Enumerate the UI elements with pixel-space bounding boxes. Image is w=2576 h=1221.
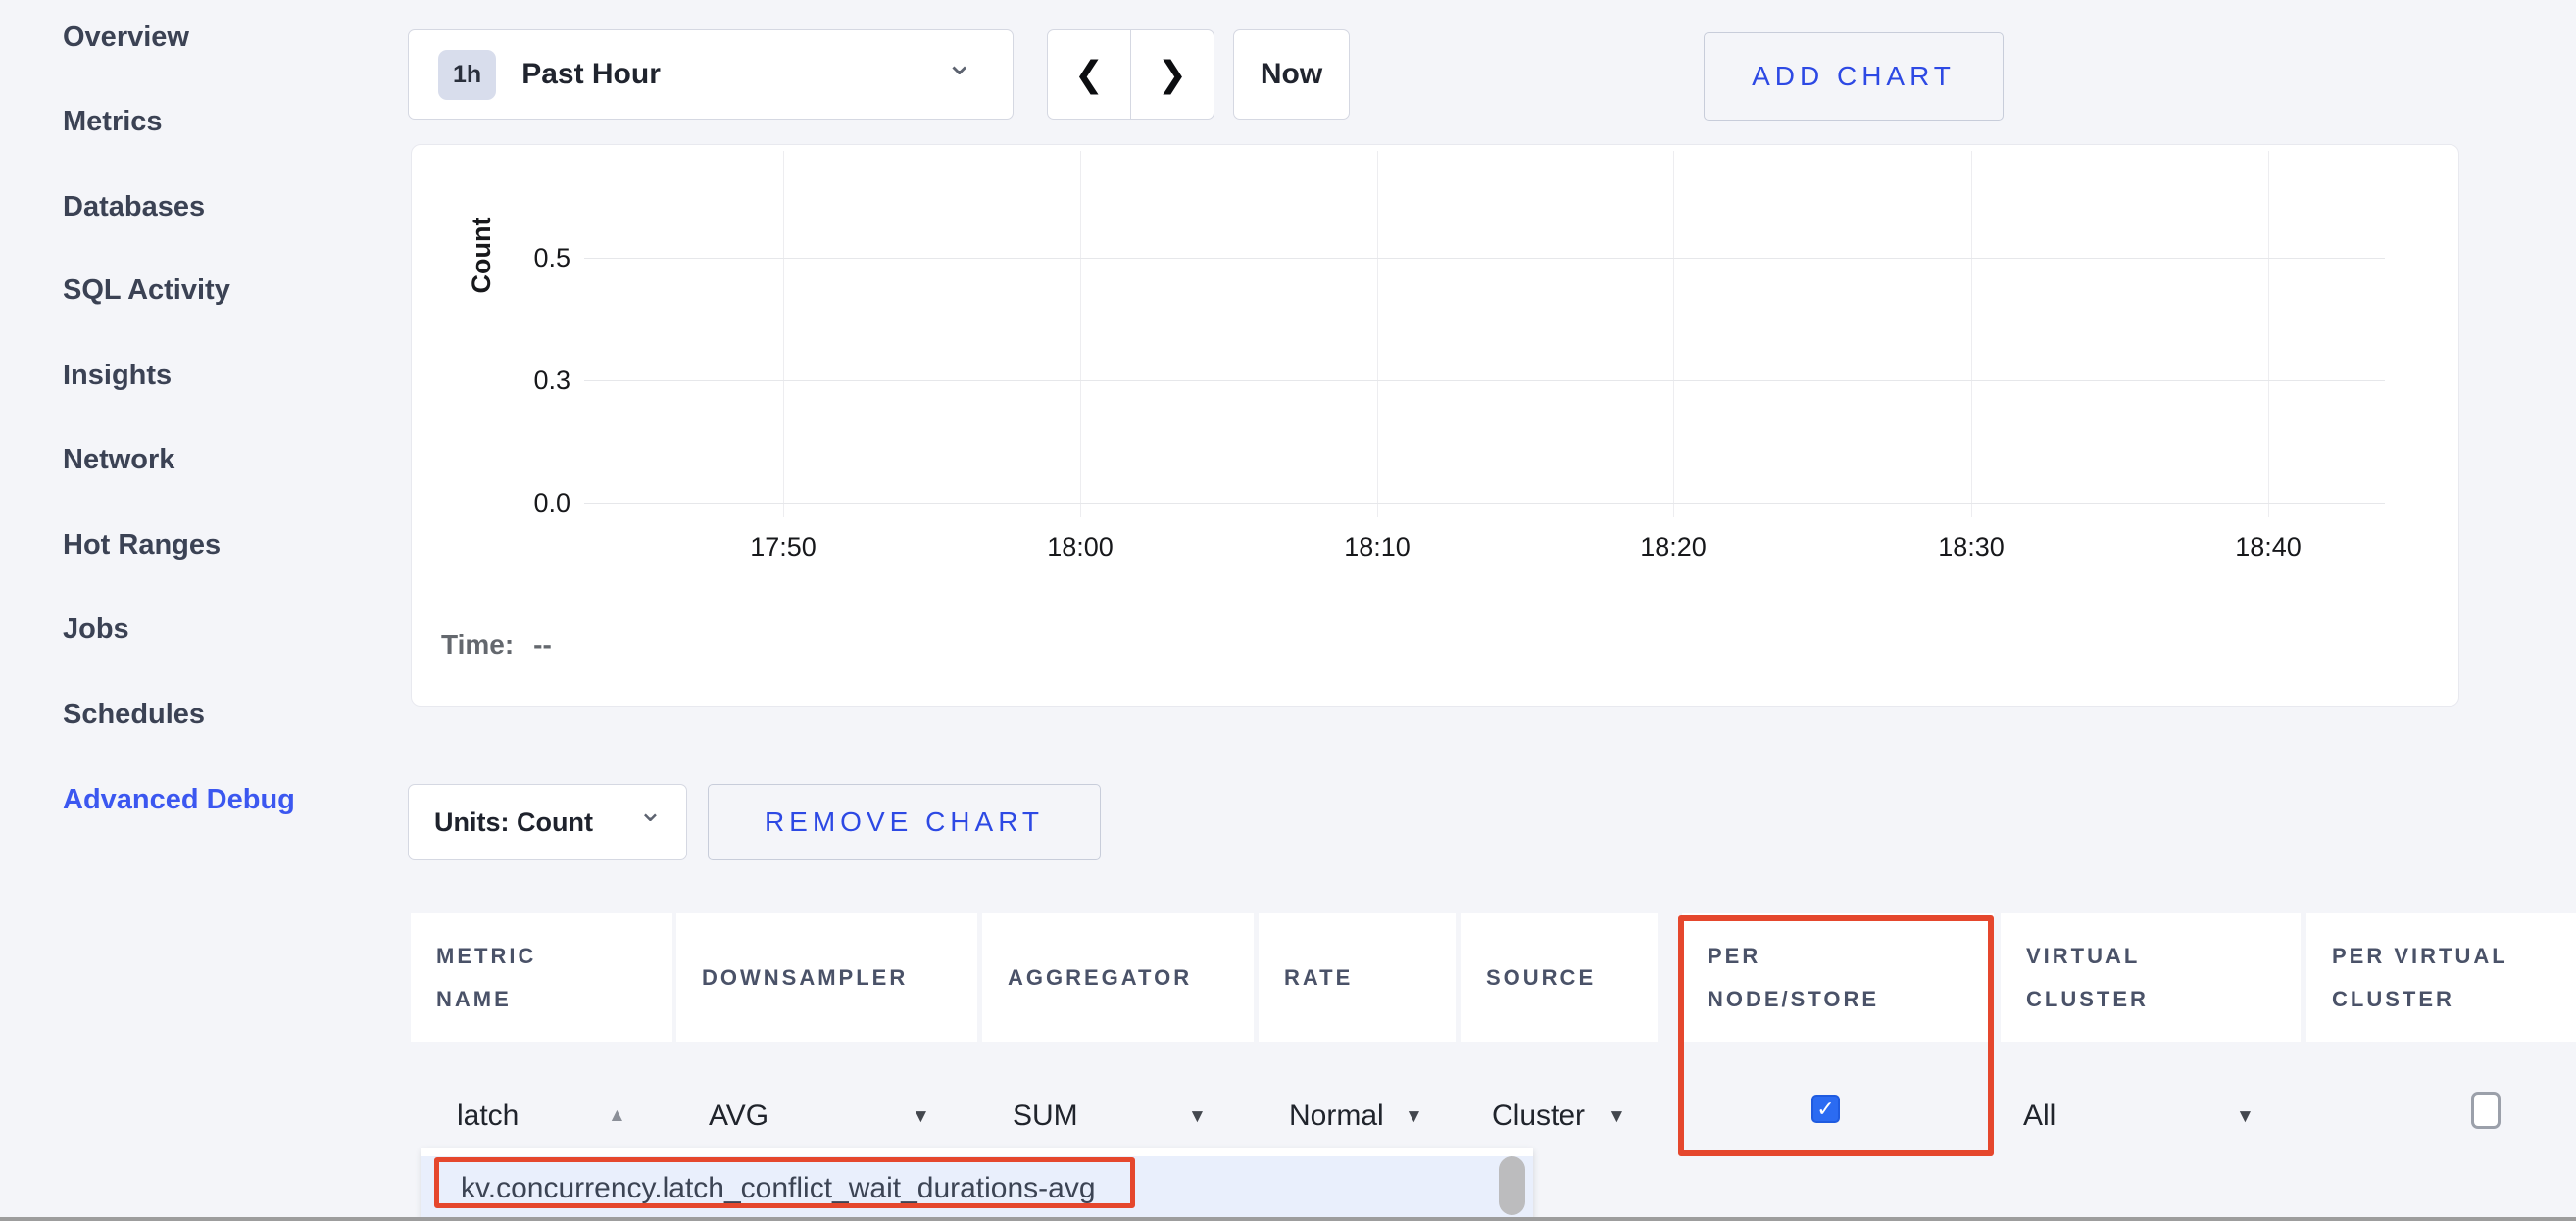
header-line: PER [1708, 935, 1994, 978]
column-header-metric-name: METRICNAME [411, 913, 672, 1042]
gridline-vertical [783, 151, 784, 517]
header-line: RATE [1284, 956, 1456, 1000]
header-line: SOURCE [1486, 956, 1658, 1000]
units-select[interactable]: Units: Count ⌄ [408, 784, 687, 860]
caret-down-icon[interactable]: ▼ [1188, 1106, 1207, 1128]
source-select[interactable]: Cluster [1492, 1099, 1585, 1133]
y-axis-label: Count [467, 189, 497, 321]
column-header-downsampler: DOWNSAMPLER [676, 913, 977, 1042]
time-range-label: Past Hour [521, 58, 661, 91]
caret-down-icon[interactable]: ▼ [1405, 1106, 1423, 1128]
sidebar-item-databases[interactable]: Databases [63, 188, 205, 225]
caret-down-icon[interactable]: ▼ [912, 1106, 930, 1128]
header-line: AGGREGATOR [1008, 956, 1254, 1000]
gridline-horizontal [584, 503, 2385, 504]
chevron-right-icon: ❯ [1158, 54, 1187, 95]
add-chart-button[interactable]: ADD CHART [1704, 32, 2004, 121]
chevron-left-icon: ❮ [1074, 54, 1104, 95]
gridline-vertical [2268, 151, 2269, 517]
x-tick-label: 18:30 [1912, 531, 2030, 562]
gridline-horizontal [584, 258, 2385, 259]
x-tick-label: 18:40 [2209, 531, 2327, 562]
sidebar-item-sql-activity[interactable]: SQL Activity [63, 271, 230, 309]
column-header-per-node-store: PERNODE/STORE [1682, 913, 1994, 1042]
time-readout-label: Time: [441, 629, 514, 659]
column-header-per-virtual-cluster: PER VIRTUALCLUSTER [2306, 913, 2576, 1042]
y-tick-label: 0.0 [502, 488, 570, 517]
advanced-debug-custom-chart-page: Overview Metrics Databases SQL Activity … [0, 0, 2576, 1221]
checkmark-icon: ✓ [1816, 1097, 1834, 1122]
sidebar-item-schedules[interactable]: Schedules [63, 696, 205, 733]
gridline-vertical [1377, 151, 1378, 517]
metric-suggestions-panel: kv.concurrency.latch_conflict_wait_durat… [421, 1148, 1533, 1221]
x-tick-label: 18:10 [1318, 531, 1436, 562]
gridline-horizontal [584, 380, 2385, 381]
aggregator-select[interactable]: SUM [1013, 1099, 1078, 1133]
chevron-down-icon: ⌄ [638, 803, 663, 822]
column-header-rate: RATE [1259, 913, 1456, 1042]
next-range-button[interactable]: ❯ [1131, 30, 1214, 119]
gridline-vertical [1673, 151, 1674, 517]
remove-chart-button[interactable]: REMOVE CHART [708, 784, 1101, 860]
window-edge [0, 1217, 2576, 1221]
time-range-picker[interactable]: 1h Past Hour ⌄ [408, 29, 1014, 120]
per-virtual-cluster-checkbox[interactable]: ✓ [2471, 1092, 2501, 1129]
column-header-virtual-cluster: VIRTUALCLUSTER [2001, 913, 2301, 1042]
y-tick-label: 0.3 [502, 366, 570, 395]
x-tick-label: 17:50 [724, 531, 842, 562]
sidebar-item-overview[interactable]: Overview [63, 19, 189, 56]
sidebar-item-hot-ranges[interactable]: Hot Ranges [63, 526, 221, 563]
units-select-label: Units: Count [434, 807, 593, 838]
sidebar-item-network[interactable]: Network [63, 441, 174, 478]
header-line: NAME [436, 978, 672, 1021]
sidebar-item-advanced-debug[interactable]: Advanced Debug [63, 781, 295, 818]
sidebar-item-metrics[interactable]: Metrics [63, 103, 163, 140]
metric-suggestion-item[interactable]: kv.concurrency.latch_conflict_wait_durat… [421, 1156, 1533, 1221]
header-line: CLUSTER [2026, 978, 2301, 1021]
y-tick-label: 0.5 [502, 243, 570, 272]
metric-name-input[interactable]: latch [457, 1099, 519, 1133]
sidebar-item-insights[interactable]: Insights [63, 357, 172, 394]
chevron-down-icon: ⌄ [946, 54, 974, 73]
caret-down-icon[interactable]: ▼ [1608, 1106, 1626, 1128]
header-line: CLUSTER [2332, 978, 2576, 1021]
custom-chart-card: Count 0.5 0.3 0.0 17:50 18:00 18:10 18:2… [411, 144, 2459, 707]
rate-select[interactable]: Normal [1289, 1099, 1384, 1133]
virtual-cluster-select[interactable]: All [2023, 1099, 2056, 1133]
header-line: METRIC [436, 935, 672, 978]
header-line: DOWNSAMPLER [702, 956, 977, 1000]
column-header-source: SOURCE [1461, 913, 1658, 1042]
x-tick-label: 18:20 [1614, 531, 1732, 562]
time-range-arrows: ❮ ❯ [1047, 29, 1214, 120]
time-readout-value: -- [533, 629, 552, 659]
header-line: NODE/STORE [1708, 978, 1994, 1021]
hover-time-readout: Time: -- [441, 629, 552, 660]
header-line: VIRTUAL [2026, 935, 2301, 978]
gridline-vertical [1971, 151, 1972, 517]
time-range-badge: 1h [438, 50, 496, 100]
prev-range-button[interactable]: ❮ [1048, 30, 1131, 119]
caret-down-icon[interactable]: ▼ [2236, 1106, 2254, 1128]
downsampler-select[interactable]: AVG [709, 1099, 768, 1133]
caret-up-icon[interactable]: ▲ [608, 1105, 626, 1127]
per-node-store-checkbox[interactable]: ✓ [1811, 1095, 1840, 1123]
header-line: PER VIRTUAL [2332, 935, 2576, 978]
scrollbar-thumb[interactable] [1499, 1156, 1525, 1215]
now-button[interactable]: Now [1233, 29, 1350, 120]
x-tick-label: 18:00 [1021, 531, 1139, 562]
column-header-aggregator: AGGREGATOR [982, 913, 1254, 1042]
sidebar-item-jobs[interactable]: Jobs [63, 610, 129, 648]
gridline-vertical [1080, 151, 1081, 517]
